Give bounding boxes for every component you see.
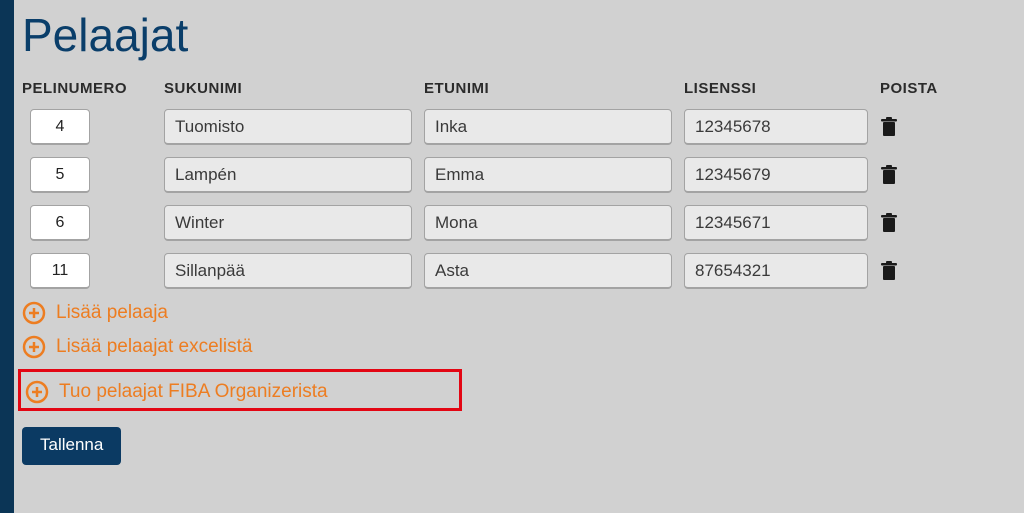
player-lastname-input[interactable]: [164, 205, 412, 241]
player-number-input[interactable]: [30, 253, 90, 289]
col-header-number: PELINUMERO: [22, 80, 152, 97]
player-license-input[interactable]: [684, 205, 868, 241]
player-number-input[interactable]: [30, 157, 90, 193]
col-header-license: LISENSSI: [684, 80, 868, 97]
player-license-input[interactable]: [684, 253, 868, 289]
col-header-firstname: ETUNIMI: [424, 80, 672, 97]
table-row: [22, 157, 984, 193]
player-firstname-input[interactable]: [424, 109, 672, 145]
player-license-input[interactable]: [684, 157, 868, 193]
players-table: PELINUMERO SUKUNIMI ETUNIMI LISENSSI POI…: [22, 80, 1024, 289]
delete-player-button[interactable]: [880, 209, 898, 233]
player-number-input[interactable]: [30, 205, 90, 241]
sidebar-strip: [0, 0, 14, 513]
import-fiba-link[interactable]: Tuo pelaajat FIBA Organizerista: [25, 380, 328, 404]
player-lastname-input[interactable]: [164, 109, 412, 145]
trash-icon: [880, 165, 898, 185]
trash-icon: [880, 213, 898, 233]
delete-player-button[interactable]: [880, 161, 898, 185]
add-from-excel-link[interactable]: Lisää pelaajat excelistä: [22, 335, 252, 359]
table-row: [22, 109, 984, 145]
player-firstname-input[interactable]: [424, 205, 672, 241]
trash-icon: [880, 261, 898, 281]
import-fiba-highlight: Tuo pelaajat FIBA Organizerista: [18, 369, 462, 411]
plus-circle-icon: [22, 335, 46, 359]
plus-circle-icon: [22, 301, 46, 325]
save-button[interactable]: Tallenna: [22, 427, 121, 465]
player-lastname-input[interactable]: [164, 157, 412, 193]
page-title: Pelaajat: [22, 8, 1024, 62]
delete-player-button[interactable]: [880, 257, 898, 281]
import-fiba-label: Tuo pelaajat FIBA Organizerista: [59, 381, 328, 403]
table-row: [22, 253, 984, 289]
col-header-lastname: SUKUNIMI: [164, 80, 412, 97]
plus-circle-icon: [25, 380, 49, 404]
add-player-label: Lisää pelaaja: [56, 302, 168, 324]
player-firstname-input[interactable]: [424, 157, 672, 193]
player-firstname-input[interactable]: [424, 253, 672, 289]
player-lastname-input[interactable]: [164, 253, 412, 289]
player-number-input[interactable]: [30, 109, 90, 145]
add-player-link[interactable]: Lisää pelaaja: [22, 301, 168, 325]
delete-player-button[interactable]: [880, 113, 898, 137]
table-header-row: PELINUMERO SUKUNIMI ETUNIMI LISENSSI POI…: [22, 80, 984, 97]
add-from-excel-label: Lisää pelaajat excelistä: [56, 336, 252, 358]
trash-icon: [880, 117, 898, 137]
table-row: [22, 205, 984, 241]
col-header-delete: POISTA: [880, 80, 950, 97]
player-license-input[interactable]: [684, 109, 868, 145]
